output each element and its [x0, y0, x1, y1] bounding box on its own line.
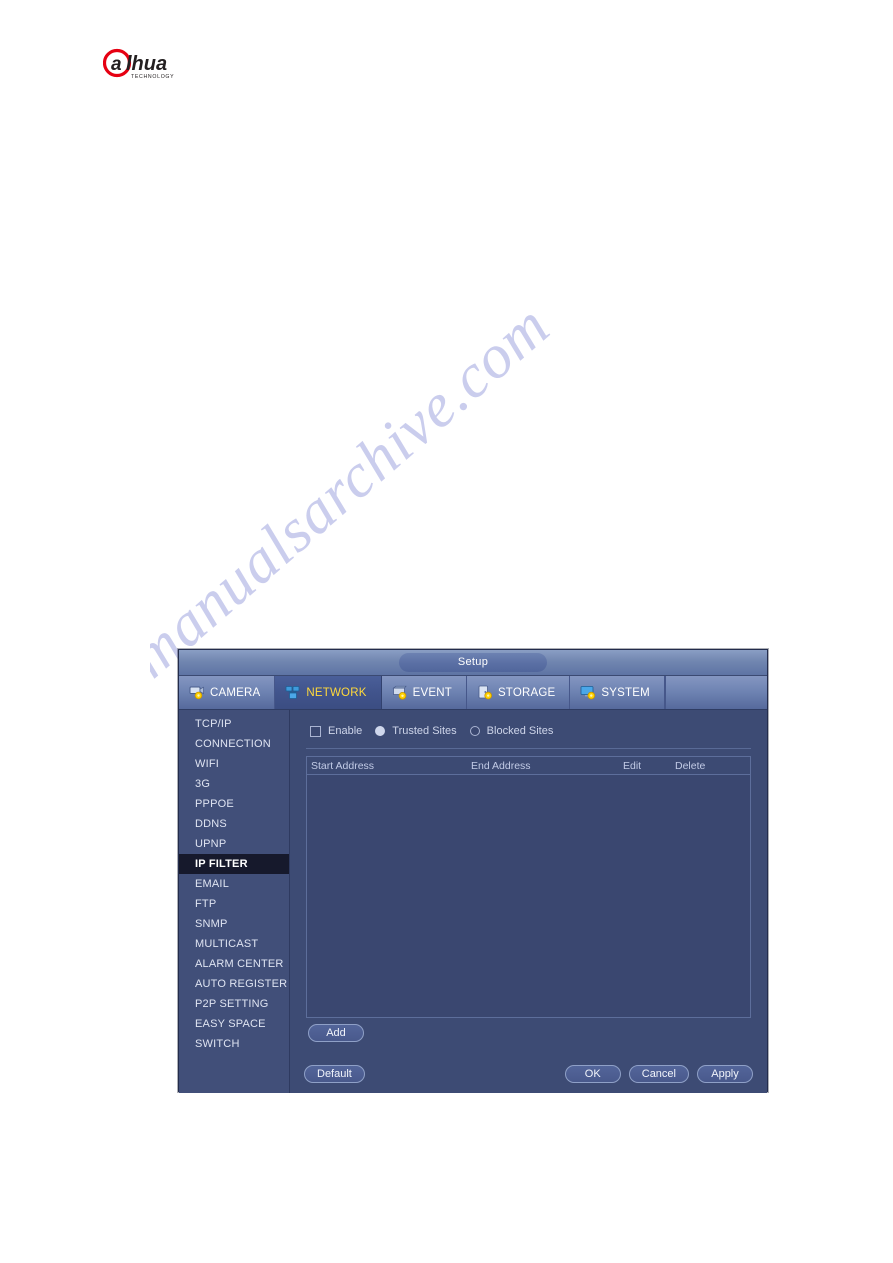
sidebar-item-label: AUTO REGISTER	[195, 978, 288, 990]
tab-network-label: NETWORK	[306, 686, 367, 699]
sidebar-item-wifi[interactable]: WIFI	[179, 754, 289, 774]
tab-system[interactable]: SYSTEM	[570, 676, 665, 709]
trusted-sites-radio[interactable]	[375, 726, 386, 736]
svg-text:TECHNOLOGY: TECHNOLOGY	[131, 74, 174, 80]
tab-storage-label: STORAGE	[497, 686, 556, 699]
camera-gear-icon	[189, 685, 206, 700]
setup-window: Setup CAMERA NETWORK EVENT STORAGE SYSTE…	[178, 649, 768, 1093]
ip-filter-panel: Enable Trusted Sites Blocked Sites Start…	[290, 710, 767, 1093]
sidebar-item-label: IP FILTER	[195, 858, 248, 870]
event-gear-icon	[392, 685, 409, 700]
default-button[interactable]: Default	[304, 1065, 365, 1083]
network-sidebar: TCP/IP CONNECTION WIFI 3G PPPOE DDNS UPN…	[179, 710, 290, 1093]
ok-button[interactable]: OK	[564, 1065, 621, 1083]
sidebar-item-label: TCP/IP	[195, 718, 232, 730]
main-tabstrip: CAMERA NETWORK EVENT STORAGE SYSTEM	[179, 676, 767, 710]
enable-checkbox[interactable]	[310, 725, 321, 737]
sidebar-item-connection[interactable]: CONNECTION	[179, 734, 289, 754]
storage-gear-icon	[477, 685, 494, 700]
sidebar-item-switch[interactable]: SWITCH	[179, 1034, 289, 1054]
sidebar-item-label: EMAIL	[195, 878, 230, 890]
apply-button[interactable]: Apply	[697, 1065, 753, 1083]
sidebar-item-email[interactable]: EMAIL	[179, 874, 289, 894]
tab-camera[interactable]: CAMERA	[179, 676, 276, 709]
network-gear-icon	[285, 685, 302, 700]
sidebar-item-label: SWITCH	[195, 1038, 240, 1050]
sidebar-item-pppoe[interactable]: PPPOE	[179, 794, 289, 814]
window-body: TCP/IP CONNECTION WIFI 3G PPPOE DDNS UPN…	[179, 710, 767, 1093]
blocked-sites-label: Blocked Sites	[486, 725, 554, 737]
blocked-sites-radio[interactable]	[469, 726, 480, 736]
column-header-start-address: Start Address	[311, 759, 375, 772]
tabstrip-filler	[664, 676, 767, 709]
table-body-empty	[307, 775, 750, 1017]
sidebar-item-label: PPPOE	[195, 798, 234, 810]
table-header-row: Start Address End Address Edit Delete	[307, 757, 750, 775]
tab-network[interactable]: NETWORK	[275, 676, 382, 709]
dialog-footer: Default OK Cancel Apply	[304, 1065, 753, 1083]
sidebar-item-label: EASY SPACE	[195, 1018, 266, 1030]
sidebar-item-ip-filter[interactable]: IP FILTER	[179, 854, 289, 874]
sidebar-item-label: P2P SETTING	[195, 998, 269, 1010]
footer-action-group: OK Cancel Apply	[564, 1065, 753, 1083]
dahua-logo: a lhua TECHNOLOGY	[103, 48, 195, 82]
sidebar-item-label: DDNS	[195, 818, 227, 830]
sidebar-item-label: 3G	[195, 778, 211, 790]
column-header-delete: Delete	[675, 759, 706, 772]
add-button-row: Add	[308, 1024, 751, 1042]
section-divider	[306, 748, 751, 749]
svg-text:lhua: lhua	[126, 53, 167, 75]
sidebar-item-ddns[interactable]: DDNS	[179, 814, 289, 834]
cancel-button[interactable]: Cancel	[628, 1065, 689, 1083]
add-button[interactable]: Add	[308, 1024, 364, 1042]
system-gear-icon	[580, 685, 597, 700]
sidebar-item-label: WIFI	[195, 758, 220, 770]
sidebar-item-easy-space[interactable]: EASY SPACE	[179, 1014, 289, 1034]
sidebar-item-label: ALARM CENTER	[195, 958, 284, 970]
document-page: a lhua TECHNOLOGY manualsarchive.com Set…	[0, 0, 893, 1263]
sidebar-item-multicast[interactable]: MULTICAST	[179, 934, 289, 954]
trusted-sites-label: Trusted Sites	[392, 725, 457, 737]
tab-system-label: SYSTEM	[601, 686, 650, 699]
sidebar-item-label: MULTICAST	[195, 938, 259, 950]
ip-filter-table: Start Address End Address Edit Delete	[306, 756, 751, 1018]
tab-storage[interactable]: STORAGE	[466, 676, 571, 709]
watermark-text: manualsarchive.com	[150, 300, 563, 691]
column-header-end-address: End Address	[471, 759, 531, 772]
ip-filter-options-row: Enable Trusted Sites Blocked Sites	[310, 723, 753, 739]
sidebar-item-alarm-center[interactable]: ALARM CENTER	[179, 954, 289, 974]
tab-event[interactable]: EVENT	[381, 676, 467, 709]
sidebar-item-upnp[interactable]: UPNP	[179, 834, 289, 854]
sidebar-item-label: SNMP	[195, 918, 228, 930]
sidebar-item-label: UPNP	[195, 838, 227, 850]
sidebar-item-label: CONNECTION	[195, 738, 271, 750]
svg-text:a: a	[111, 54, 122, 75]
tab-camera-label: CAMERA	[210, 686, 261, 699]
enable-label: Enable	[328, 725, 363, 737]
sidebar-item-auto-register[interactable]: AUTO REGISTER	[179, 974, 289, 994]
sidebar-item-ftp[interactable]: FTP	[179, 894, 289, 914]
sidebar-item-snmp[interactable]: SNMP	[179, 914, 289, 934]
column-header-edit: Edit	[623, 759, 642, 772]
sidebar-item-3g[interactable]: 3G	[179, 774, 289, 794]
sidebar-item-p2p-setting[interactable]: P2P SETTING	[179, 994, 289, 1014]
window-titlebar: Setup	[179, 650, 767, 676]
sidebar-item-tcpip[interactable]: TCP/IP	[179, 714, 289, 734]
tab-event-label: EVENT	[412, 686, 452, 699]
sidebar-item-label: FTP	[195, 898, 217, 910]
window-title: Setup	[399, 653, 547, 672]
